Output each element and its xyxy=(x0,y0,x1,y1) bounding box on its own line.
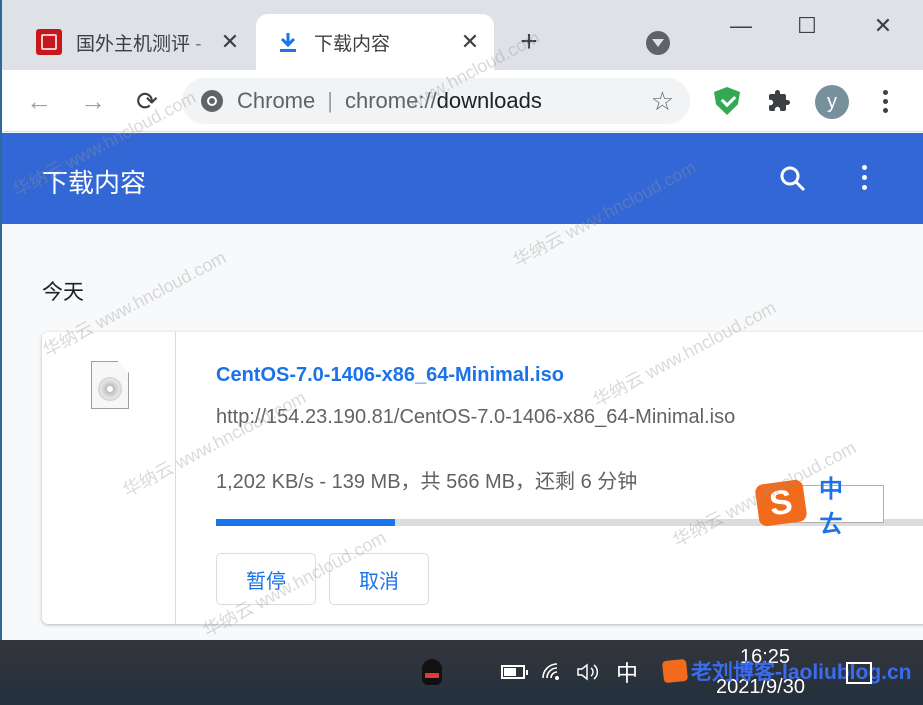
close-icon[interactable]: ✕ xyxy=(456,28,484,56)
file-source-url[interactable]: http://154.23.190.81/CentOS-7.0-1406-x86… xyxy=(216,406,735,429)
maximize-button[interactable]: ☐ xyxy=(784,8,830,44)
close-window-button[interactable]: ✕ xyxy=(860,8,906,44)
reload-button[interactable]: ⟳ xyxy=(130,84,164,118)
site-label: Chrome xyxy=(237,88,316,113)
taskbar: 中 16:25 2021/9/30 老刘博客-laoliublog.cn xyxy=(0,640,923,705)
disc-image-file-icon xyxy=(91,361,129,409)
extensions-button[interactable] xyxy=(764,86,794,116)
shield-check-icon xyxy=(714,87,740,115)
more-vert-icon xyxy=(882,89,888,113)
ime-status-bar[interactable]: S 中ㄊ xyxy=(754,476,884,538)
search-icon[interactable] xyxy=(777,163,809,195)
url-path: downloads xyxy=(436,88,542,113)
file-name-link[interactable]: CentOS-7.0-1406-x86_64-Minimal.iso xyxy=(216,364,564,387)
download-item: CentOS-7.0-1406-x86_64-Minimal.iso http:… xyxy=(42,332,923,624)
pause-button[interactable]: 暂停 xyxy=(216,553,316,605)
battery-icon[interactable] xyxy=(498,658,528,686)
input-method-indicator[interactable]: 中 xyxy=(614,658,640,686)
omnibox-separator: | xyxy=(327,88,333,113)
close-icon[interactable]: ✕ xyxy=(216,28,244,56)
wifi-icon[interactable] xyxy=(540,658,564,686)
page-title: 下载内容 xyxy=(42,168,147,198)
tab-strip: 国外主机测评 - ✕ 下载内容 ✕ + — ☐ ✕ xyxy=(2,0,923,70)
tab-title: 国外主机测评 - xyxy=(76,33,202,55)
profile-button[interactable]: y xyxy=(814,84,850,120)
adguard-extension-button[interactable] xyxy=(712,86,742,116)
progress-fill xyxy=(216,519,396,526)
minimize-button[interactable]: — xyxy=(718,8,764,44)
tab-hosting-review[interactable]: 国外主机测评 - ✕ xyxy=(22,14,254,70)
tab-title: 下载内容 xyxy=(314,33,391,55)
back-button[interactable]: ← xyxy=(22,84,56,118)
address-bar[interactable]: Chrome | chrome:// downloads ☆ xyxy=(182,78,690,124)
ime-mode[interactable]: 中ㄊ xyxy=(819,469,883,539)
bookmark-star-icon[interactable]: ☆ xyxy=(651,86,674,117)
date-section-heading: 今天 xyxy=(42,281,84,304)
sogou-logo-icon: S xyxy=(754,478,808,528)
browser-menu-button[interactable] xyxy=(870,86,900,116)
browser-window: 国外主机测评 - ✕ 下载内容 ✕ + — ☐ ✕ ← → ⟳ Chrome |… xyxy=(0,0,923,640)
new-tab-button[interactable]: + xyxy=(514,27,544,58)
qq-tray-icon[interactable] xyxy=(420,658,444,686)
chrome-logo-icon xyxy=(201,90,223,112)
site-seal-icon xyxy=(36,29,62,55)
blog-logo-icon xyxy=(661,658,689,684)
forward-button[interactable]: → xyxy=(76,84,110,118)
puzzle-icon xyxy=(769,90,790,111)
tab-search-icon[interactable] xyxy=(646,31,670,55)
action-center-icon[interactable] xyxy=(846,662,872,684)
cancel-button[interactable]: 取消 xyxy=(329,553,429,605)
url-scheme: chrome:// xyxy=(344,88,437,113)
downloads-header: 下载内容 xyxy=(2,133,923,224)
download-icon xyxy=(280,33,296,52)
blog-watermark: 老刘博客-laoliublog.cn xyxy=(661,656,912,686)
avatar: y xyxy=(815,85,849,119)
tab-downloads[interactable]: 下载内容 ✕ xyxy=(256,14,494,70)
toolbar: ← → ⟳ Chrome | chrome:// downloads ☆ y xyxy=(2,70,923,132)
download-status: 1,202 KB/s - 139 MB，共 566 MB，还剩 6 分钟 xyxy=(216,471,638,493)
more-actions-icon[interactable] xyxy=(854,165,874,195)
file-icon-column xyxy=(42,332,176,624)
volume-icon[interactable] xyxy=(576,658,602,686)
